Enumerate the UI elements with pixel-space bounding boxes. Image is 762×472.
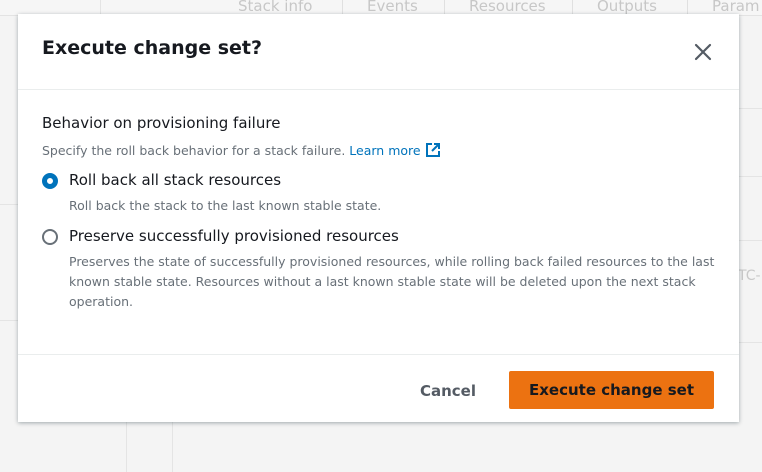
radio-button-roll-back[interactable] <box>42 173 58 189</box>
close-button[interactable] <box>692 41 714 63</box>
radio-button-preserve[interactable] <box>42 229 58 245</box>
field-description-text: Specify the roll back behavior for a sta… <box>42 143 346 158</box>
field-label: Behavior on provisioning failure <box>42 114 281 132</box>
bg-tab-parameters: Param <box>712 0 760 14</box>
close-icon <box>694 43 712 61</box>
learn-more-label: Learn more <box>349 143 421 158</box>
modal-header: Execute change set? <box>18 14 739 90</box>
execute-change-set-modal: Execute change set? Behavior on provisio… <box>18 14 739 422</box>
radio-description-roll-back: Roll back the stack to the last known st… <box>69 198 382 213</box>
cancel-button[interactable]: Cancel <box>408 375 488 407</box>
field-description: Specify the roll back behavior for a sta… <box>42 142 441 158</box>
radio-label-roll-back[interactable]: Roll back all stack resources <box>69 171 281 189</box>
radio-description-preserve: Preserves the state of successfully prov… <box>69 254 715 309</box>
modal-footer: Cancel Execute change set <box>18 354 739 422</box>
bg-tab-stack-info: Stack info <box>238 0 313 14</box>
external-link-icon <box>425 143 440 157</box>
radio-label-preserve[interactable]: Preserve successfully provisioned resour… <box>69 227 399 245</box>
bg-text-fragment: TC- <box>738 268 761 284</box>
modal-title: Execute change set? <box>42 37 263 59</box>
bg-tab-outputs: Outputs <box>597 0 657 14</box>
learn-more-link[interactable]: Learn more <box>349 143 440 158</box>
bg-tab-events: Events <box>367 0 418 14</box>
bg-tab-resources: Resources <box>469 0 546 14</box>
execute-change-set-button[interactable]: Execute change set <box>509 371 714 409</box>
